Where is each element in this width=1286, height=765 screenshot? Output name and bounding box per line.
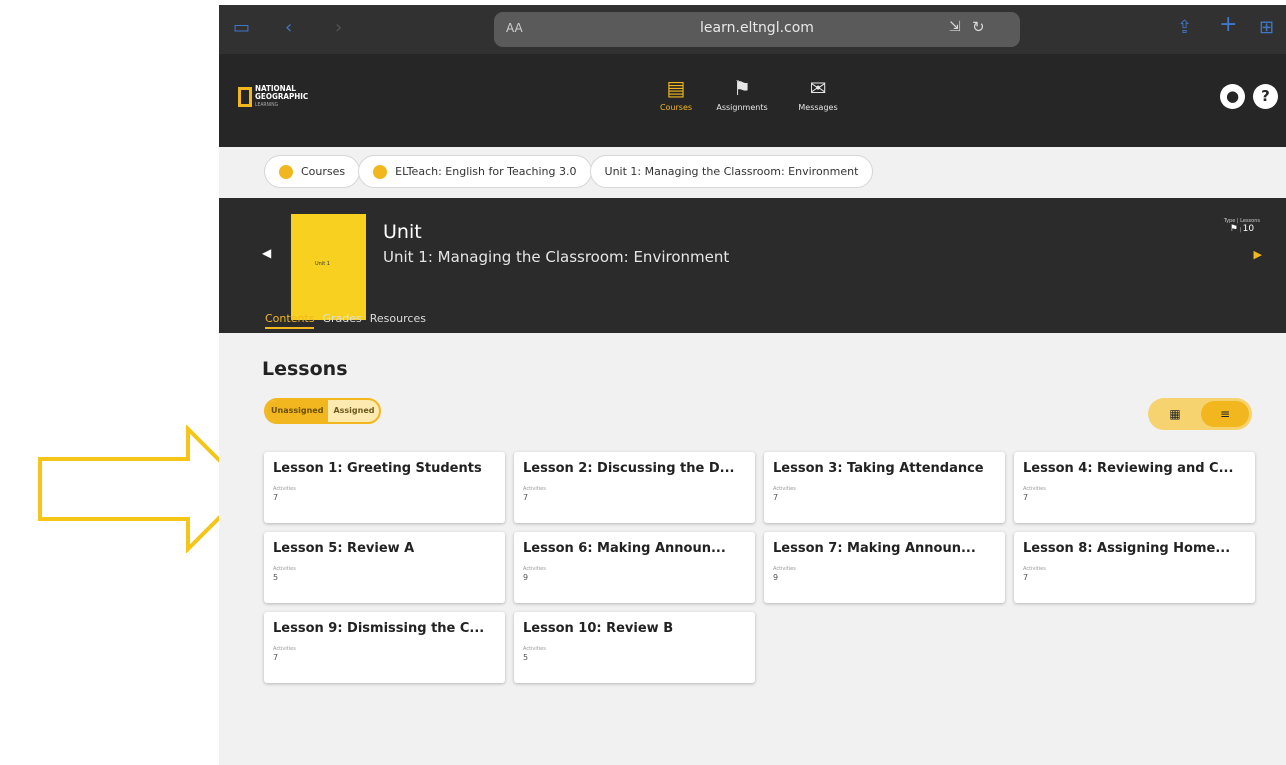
browser-toolbar: ▭ ‹ › AA learn.eltngl.com ⇲ ↻ ⇪ + ⊞ [219, 5, 1286, 54]
meta-lessons-value: 10 [1242, 224, 1255, 234]
course-book-icon: ▤ [666, 76, 686, 100]
tab-resources[interactable]: Resources [370, 312, 426, 329]
activities-count: 9 [773, 573, 779, 582]
breadcrumb-course[interactable]: ELTeach: English for Teaching 3.0 [358, 155, 592, 188]
unit-header: ◀ Unit 1 Unit Unit 1: Managing the Class… [219, 198, 1286, 333]
breadcrumb-label: ELTeach: English for Teaching 3.0 [395, 165, 577, 178]
nav-courses[interactable]: ▤ Courses [641, 76, 711, 112]
activities-label: Activities [523, 486, 546, 492]
url-text: learn.eltngl.com [700, 20, 814, 36]
new-tab-icon[interactable]: + [1219, 14, 1237, 36]
nav-messages-label: Messages [798, 103, 838, 112]
meta-type-icon: ⚑ [1229, 224, 1238, 234]
app-header: NATIONAL GEOGRAPHIC LEARNING ▤ Courses ⚑… [219, 54, 1286, 147]
activities-label: Activities [523, 566, 546, 572]
help-icon[interactable]: ? [1253, 84, 1278, 109]
assignment-flag-icon: ⚑ [733, 76, 751, 100]
lesson-card[interactable]: Lesson 3: Taking Attendance Activities 7 [764, 452, 1005, 523]
breadcrumb-label: Unit 1: Managing the Classroom: Environm… [604, 165, 859, 178]
address-bar[interactable]: AA learn.eltngl.com ⇲ ↻ [494, 12, 1020, 47]
logo-line-3: LEARNING [255, 102, 279, 108]
activities-label: Activities [273, 566, 296, 572]
lessons-heading: Lessons [262, 358, 348, 380]
activities-count: 9 [523, 573, 529, 582]
lesson-title: Lesson 5: Review A [273, 541, 415, 556]
ipad-screen: ▭ ‹ › AA learn.eltngl.com ⇲ ↻ ⇪ + ⊞ NATI… [219, 5, 1286, 765]
lesson-title: Lesson 7: Making Announ... [773, 541, 976, 556]
lesson-title: Lesson 2: Discussing the D... [523, 461, 735, 476]
activities-label: Activities [773, 566, 796, 572]
activities-count: 5 [523, 653, 529, 662]
course-dot-icon [373, 164, 388, 179]
activities-count: 7 [273, 493, 279, 502]
filter-unassigned[interactable]: Unassigned [266, 400, 329, 422]
cover-text: Unit 1 [315, 261, 330, 267]
user-profile-icon[interactable]: ● [1220, 84, 1245, 109]
nav-assignments[interactable]: ⚑ Assignments [707, 76, 777, 112]
unit-tabs: Contents Grades Resources [265, 312, 426, 329]
share-icon[interactable]: ⇪ [1177, 18, 1192, 38]
logo-line-2: GEOGRAPHIC [255, 92, 309, 101]
lesson-card[interactable]: Lesson 1: Greeting Students Activities 7 [264, 452, 505, 523]
next-unit-icon[interactable]: ▶ [1254, 248, 1262, 261]
assignment-filter: Unassigned Assigned [264, 398, 382, 424]
lesson-title: Lesson 4: Reviewing and C... [1023, 461, 1234, 476]
breadcrumb-label: Courses [301, 165, 346, 178]
back-icon[interactable]: ‹ [285, 18, 292, 38]
lesson-card[interactable]: Lesson 10: Review B Activities 5 [514, 612, 755, 683]
breadcrumb-unit[interactable]: Unit 1: Managing the Classroom: Environm… [589, 155, 874, 188]
grid-view-icon[interactable]: ▦ [1151, 401, 1199, 427]
activities-count: 7 [773, 493, 779, 502]
filter-assigned[interactable]: Assigned [328, 400, 379, 422]
lesson-card[interactable]: Lesson 7: Making Announ... Activities 9 [764, 532, 1005, 603]
tab-grades[interactable]: Grades [322, 312, 361, 329]
activities-count: 7 [1023, 493, 1029, 502]
unit-cover-image: Unit 1 [291, 214, 366, 320]
sidebar-icon[interactable]: ▭ [233, 18, 250, 38]
breadcrumb-courses[interactable]: Courses [264, 155, 361, 188]
list-view-icon[interactable]: ≡ [1201, 401, 1249, 427]
lesson-card[interactable]: Lesson 9: Dismissing the C... Activities… [264, 612, 505, 683]
course-dot-icon [279, 164, 293, 179]
natgeo-logo[interactable]: NATIONAL GEOGRAPHIC LEARNING [238, 85, 308, 109]
previous-unit-icon[interactable]: ◀ [262, 246, 271, 260]
nav-messages[interactable]: ✉ Messages [783, 76, 853, 112]
lesson-grid: Lesson 1: Greeting Students Activities 7… [264, 452, 1255, 683]
unit-title: Unit 1: Managing the Classroom: Environm… [383, 248, 730, 266]
envelope-icon: ✉ [809, 76, 827, 100]
lesson-title: Lesson 9: Dismissing the C... [273, 621, 485, 636]
activities-label: Activities [273, 486, 296, 492]
activities-count: 5 [273, 573, 279, 582]
reader-mode-icon[interactable]: ⇲ [949, 19, 961, 35]
view-toggle: ▦ ≡ [1148, 398, 1252, 430]
activities-count: 7 [273, 653, 279, 662]
activities-count: 7 [523, 493, 529, 502]
activities-label: Activities [1023, 486, 1046, 492]
lesson-card[interactable]: Lesson 4: Reviewing and C... Activities … [1014, 452, 1255, 523]
lesson-title: Lesson 1: Greeting Students [273, 461, 482, 476]
nav-courses-label: Courses [659, 103, 693, 112]
activities-count: 7 [1023, 573, 1029, 582]
activities-label: Activities [773, 486, 796, 492]
breadcrumb: Courses ELTeach: English for Teaching 3.… [264, 155, 874, 188]
lesson-card[interactable]: Lesson 6: Making Announ... Activities 9 [514, 532, 755, 603]
reload-icon[interactable]: ↻ [972, 18, 985, 36]
activities-label: Activities [273, 646, 296, 652]
lesson-title: Lesson 6: Making Announ... [523, 541, 726, 556]
unit-meta: Type | Lessons ⚑ | 10 [1223, 218, 1260, 234]
tab-contents[interactable]: Contents [265, 312, 315, 329]
lesson-card[interactable]: Lesson 8: Assigning Home... Activities 7 [1014, 532, 1255, 603]
nav-assignments-label: Assignments [716, 103, 768, 112]
tabs-overview-icon[interactable]: ⊞ [1259, 18, 1274, 38]
activities-label: Activities [1023, 566, 1046, 572]
activities-label: Activities [523, 646, 546, 652]
forward-icon[interactable]: › [335, 18, 342, 38]
logo-frame-icon [238, 87, 252, 107]
lesson-card[interactable]: Lesson 2: Discussing the D... Activities… [514, 452, 755, 523]
unit-type-label: Unit [383, 221, 422, 243]
lesson-title: Lesson 3: Taking Attendance [773, 461, 984, 476]
lesson-title: Lesson 8: Assigning Home... [1023, 541, 1231, 556]
lesson-card[interactable]: Lesson 5: Review A Activities 5 [264, 532, 505, 603]
lesson-title: Lesson 10: Review B [523, 621, 674, 636]
